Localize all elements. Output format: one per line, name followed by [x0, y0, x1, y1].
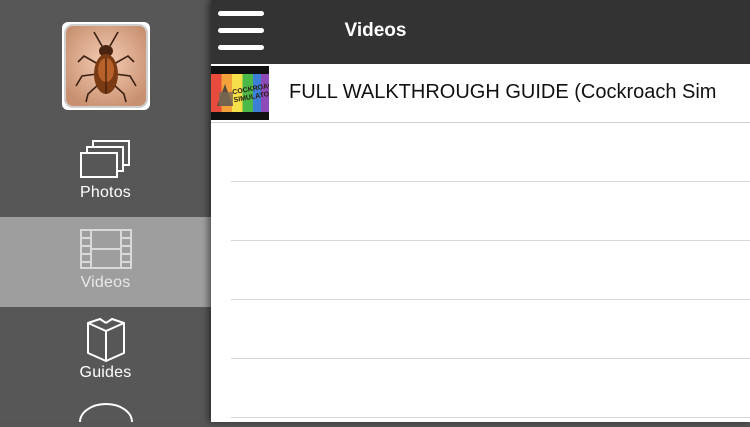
sidebar: Photos Videos Guides [0, 0, 211, 427]
empty-row [231, 182, 750, 241]
sidebar-item-label: Guides [79, 364, 132, 381]
sidebar-item-guides[interactable]: Guides [0, 307, 211, 397]
chat-bubble-icon[interactable] [78, 400, 134, 427]
empty-row [231, 359, 750, 418]
empty-row [231, 241, 750, 300]
film-icon [78, 227, 134, 273]
sidebar-item-photos[interactable]: Photos [0, 127, 211, 217]
video-thumbnail: COCKROACH SIMULATOR [211, 66, 269, 120]
empty-row [231, 123, 750, 182]
page-title: Videos [344, 20, 407, 41]
photos-icon [78, 137, 134, 183]
book-icon [78, 317, 134, 363]
video-list-item[interactable]: COCKROACH SIMULATOR FULL WALKTHROUGH GUI… [211, 64, 750, 123]
empty-row [231, 300, 750, 359]
video-list: COCKROACH SIMULATOR FULL WALKTHROUGH GUI… [211, 64, 750, 418]
video-title: FULL WALKTHROUGH GUIDE (Cockroach Sim [289, 81, 717, 103]
sidebar-item-videos[interactable]: Videos [0, 217, 211, 307]
main-panel: Videos COCKROACH SIMULATOR FULL WALKTHRO… [211, 0, 750, 422]
navigation-bar: Videos [211, 0, 750, 64]
sidebar-item-label: Photos [79, 184, 131, 201]
sidebar-item-label: Videos [80, 274, 131, 291]
